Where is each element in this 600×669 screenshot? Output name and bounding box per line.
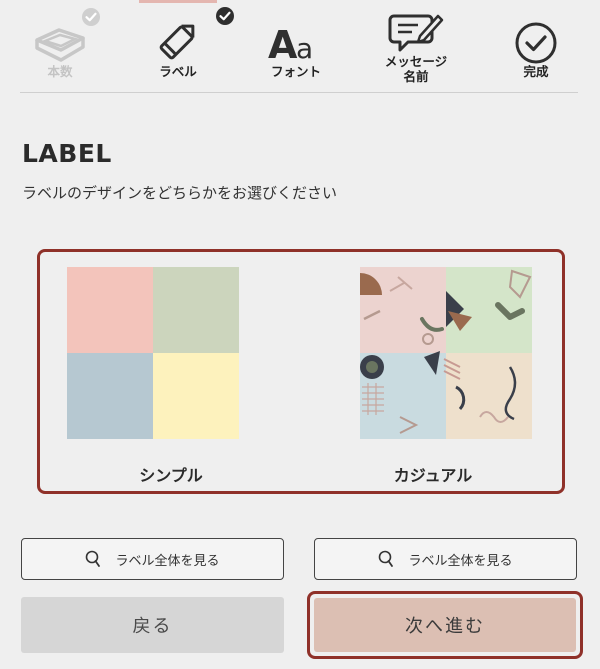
step-label: フォント bbox=[270, 64, 321, 79]
step-label: 完成 bbox=[523, 64, 549, 79]
step-label: ラベル bbox=[159, 64, 197, 79]
svg-text:A: A bbox=[268, 23, 298, 66]
option-name: カジュアル bbox=[393, 466, 473, 485]
search-icon bbox=[85, 550, 101, 568]
page-subtitle: ラベルのデザインをどちらかをお選びください bbox=[22, 184, 338, 202]
step-label: 本数 bbox=[47, 64, 73, 79]
option-name: シンプル bbox=[139, 466, 203, 485]
back-button[interactable]: 戻る bbox=[21, 597, 284, 653]
completed-check-icon bbox=[216, 7, 234, 25]
step-label-design[interactable]: ラベル bbox=[132, 0, 234, 92]
view-button-label: ラベル全体を見る bbox=[115, 553, 220, 569]
simple-design-thumbnail bbox=[67, 267, 239, 439]
search-icon bbox=[378, 550, 394, 568]
step-font[interactable]: A a フォント bbox=[250, 0, 342, 92]
option-casual[interactable]: カジュアル bbox=[302, 252, 564, 491]
casual-design-thumbnail bbox=[360, 267, 532, 439]
option-simple[interactable]: シンプル bbox=[40, 252, 302, 491]
message-icon bbox=[370, 4, 462, 56]
step-message[interactable]: メッセージ 名前 bbox=[370, 0, 462, 92]
label-design-options: シンプル カジュアル bbox=[37, 249, 565, 494]
step-progress-bar: 本数 ラベル A a フォント メッセージ 名前 完成 bbox=[20, 0, 578, 93]
view-full-label-casual-button[interactable]: ラベル全体を見る bbox=[314, 538, 577, 580]
svg-text:a: a bbox=[296, 32, 313, 65]
next-button-highlight: 次へ進む bbox=[307, 591, 583, 659]
check-circle-icon bbox=[490, 10, 582, 66]
page-title: LABEL bbox=[22, 139, 112, 168]
next-button[interactable]: 次へ進む bbox=[314, 598, 576, 652]
view-full-label-simple-button[interactable]: ラベル全体を見る bbox=[21, 538, 284, 580]
step-label: メッセージ 名前 bbox=[384, 54, 448, 84]
completed-check-icon bbox=[82, 8, 100, 26]
view-button-label: ラベル全体を見る bbox=[408, 553, 513, 569]
step-complete[interactable]: 完成 bbox=[490, 0, 582, 92]
font-icon: A a bbox=[250, 10, 342, 66]
pencil-icon bbox=[132, 10, 224, 66]
step-quantity[interactable]: 本数 bbox=[14, 0, 106, 92]
